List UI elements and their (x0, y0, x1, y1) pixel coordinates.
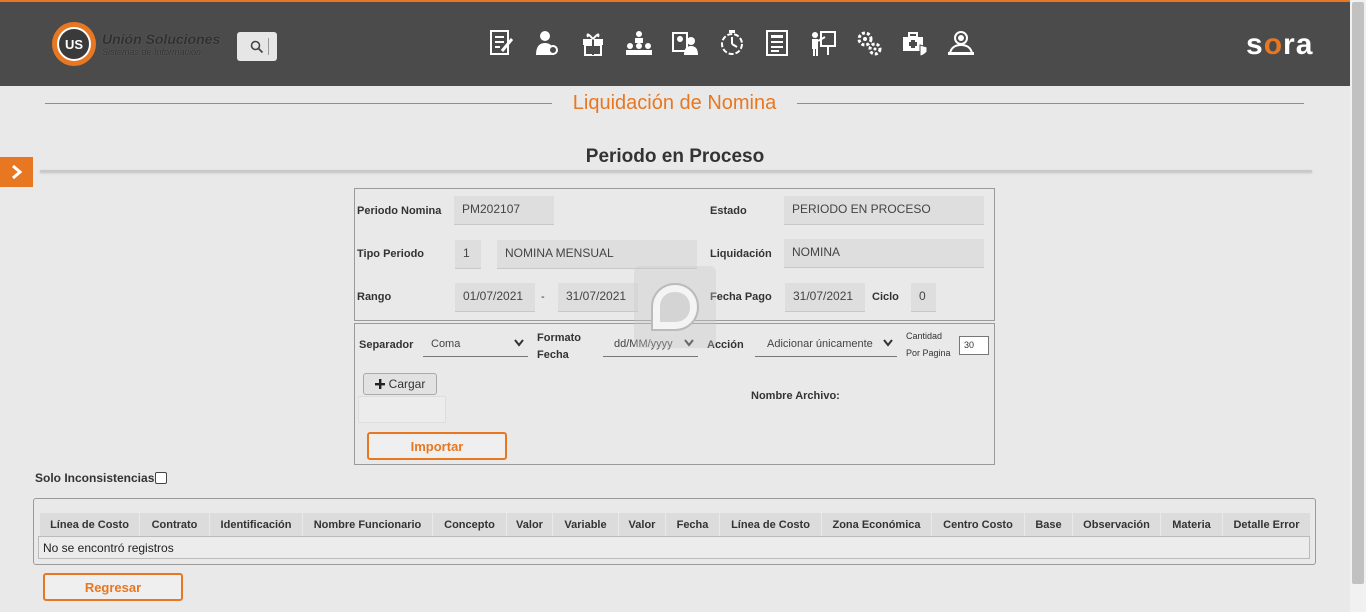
periodo-nomina-label: Periodo Nomina (357, 205, 442, 217)
column-header[interactable]: Valor (507, 513, 553, 536)
logo-title: Unión Soluciones (102, 30, 221, 47)
search-button[interactable] (237, 32, 277, 61)
timer-icon[interactable] (716, 28, 746, 58)
column-header[interactable]: Centro Costo (932, 513, 1025, 536)
rango-hasta-field[interactable]: 31/07/2021 (558, 283, 638, 312)
scrollbar-thumb[interactable] (1352, 2, 1364, 584)
liquidacion-field[interactable]: NOMINA (784, 239, 984, 268)
cantidad-por-pagina-label: Cantidad Por Pagina (906, 331, 951, 358)
tipo-periodo-field[interactable]: NOMINA MENSUAL (497, 240, 697, 269)
column-header[interactable]: Contrato (140, 513, 210, 536)
logo-mark-text: US (57, 27, 91, 61)
rango-desde-field[interactable]: 01/07/2021 (455, 283, 535, 312)
column-header[interactable]: Fecha (666, 513, 720, 536)
hierarchy-icon[interactable] (624, 28, 654, 58)
separador-select[interactable]: Coma (423, 333, 528, 357)
presentation-icon[interactable] (808, 28, 838, 58)
user-card-icon[interactable] (670, 28, 700, 58)
loading-icon (651, 282, 700, 331)
periodo-nomina-field[interactable]: PM202107 (454, 196, 554, 225)
file-upload-area[interactable] (358, 396, 446, 423)
cargar-button[interactable]: Cargar (363, 373, 437, 395)
plus-icon (374, 379, 385, 389)
liquidacion-label: Liquidación (710, 248, 772, 260)
column-header[interactable]: Identificación (210, 513, 303, 536)
table-header: Línea de Costo Contrato Identificación N… (40, 513, 1310, 536)
column-header[interactable]: Nombre Funcionario (303, 513, 433, 536)
formato-fecha-label: Formato Fecha (537, 332, 581, 361)
section-title: Periodo en Proceso (585, 146, 765, 167)
chevron-right-icon (11, 164, 22, 180)
section-divider (40, 170, 1312, 172)
ciclo-field[interactable]: 0 (911, 283, 936, 312)
chevron-down-icon (883, 339, 893, 347)
user-search-icon[interactable] (946, 28, 976, 58)
regresar-button[interactable]: Regresar (43, 573, 183, 601)
document-edit-icon[interactable] (486, 28, 516, 58)
user-settings-icon[interactable] (532, 28, 562, 58)
column-header[interactable]: Valor (619, 513, 666, 536)
column-header[interactable]: Variable (553, 513, 619, 536)
column-header[interactable]: Concepto (433, 513, 507, 536)
empty-table-message: No se encontró registros (38, 536, 1310, 559)
rango-separator: - (541, 291, 545, 303)
page-title-bar: Liquidación de Nomina (45, 92, 1304, 114)
column-header[interactable]: Observación (1073, 513, 1161, 536)
column-header[interactable]: Base (1025, 513, 1073, 536)
gift-icon[interactable] (578, 28, 608, 58)
importar-button[interactable]: Importar (367, 432, 507, 460)
estado-field[interactable]: PERIODO EN PROCESO (784, 196, 984, 225)
chevron-down-icon (514, 339, 524, 347)
tipo-periodo-code-field[interactable]: 1 (455, 240, 481, 269)
accion-select[interactable]: Adicionar únicamente (755, 333, 897, 357)
column-header[interactable]: Materia (1161, 513, 1223, 536)
cantidad-por-pagina-input[interactable]: 30 (959, 336, 989, 355)
fecha-pago-field[interactable]: 31/07/2021 (785, 283, 865, 312)
form-icon[interactable] (762, 28, 792, 58)
page-title: Liquidación de Nomina (562, 92, 787, 114)
ciclo-label: Ciclo (872, 291, 899, 303)
app-header: US Unión Soluciones Sistemas de Informac… (0, 2, 1350, 86)
column-header[interactable]: Línea de Costo (40, 513, 140, 536)
solo-inconsistencias-label: Solo Inconsistencias (35, 471, 155, 485)
company-logo[interactable]: US Unión Soluciones Sistemas de Informac… (52, 22, 220, 66)
column-header[interactable]: Línea de Costo (720, 513, 822, 536)
tipo-periodo-label: Tipo Periodo (357, 248, 425, 260)
sora-brand-logo: sora (1246, 28, 1314, 61)
solo-inconsistencias-checkbox[interactable] (155, 472, 167, 484)
search-icon (250, 40, 264, 53)
gears-icon[interactable] (854, 28, 884, 58)
loading-spinner (634, 266, 716, 348)
column-header[interactable]: Detalle Error (1223, 513, 1310, 536)
main-nav (486, 28, 992, 58)
column-header[interactable]: Zona Económica (822, 513, 932, 536)
nombre-archivo-label: Nombre Archivo: (751, 390, 840, 402)
logo-mark: US (52, 22, 96, 66)
fecha-pago-label: Fecha Pago (710, 291, 772, 303)
sidebar-toggle[interactable] (0, 157, 33, 187)
medical-bag-icon[interactable] (900, 28, 930, 58)
separador-label: Separador (359, 339, 414, 351)
logo-subtitle: Sistemas de Información (102, 46, 202, 57)
estado-label: Estado (710, 205, 747, 217)
rango-label: Rango (357, 291, 392, 303)
